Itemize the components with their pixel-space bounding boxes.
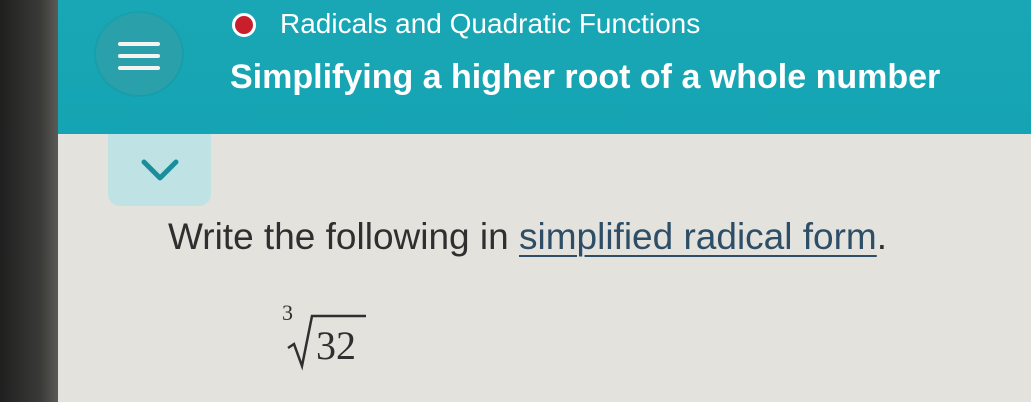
- instruction-prefix: Write the following in: [168, 216, 519, 257]
- topic-status-dot: [232, 13, 256, 37]
- question-instruction: Write the following in simplified radica…: [168, 216, 887, 258]
- simplified-radical-form-link[interactable]: simplified radical form: [519, 216, 877, 257]
- radical-expression: 3 32: [282, 300, 382, 380]
- instruction-suffix: .: [876, 216, 888, 257]
- menu-button[interactable]: [96, 13, 182, 95]
- radicand: 32: [316, 323, 356, 368]
- chevron-down-icon: [141, 159, 179, 181]
- collapse-panel-button[interactable]: [108, 134, 211, 206]
- topic-title: Radicals and Quadratic Functions: [280, 8, 701, 39]
- lesson-title: Simplifying a higher root of a whole num…: [230, 58, 941, 96]
- screen-bezel: [0, 0, 58, 402]
- screen: Radicals and Quadratic Functions Simplif…: [0, 0, 1031, 402]
- radical-index: 3: [282, 300, 293, 325]
